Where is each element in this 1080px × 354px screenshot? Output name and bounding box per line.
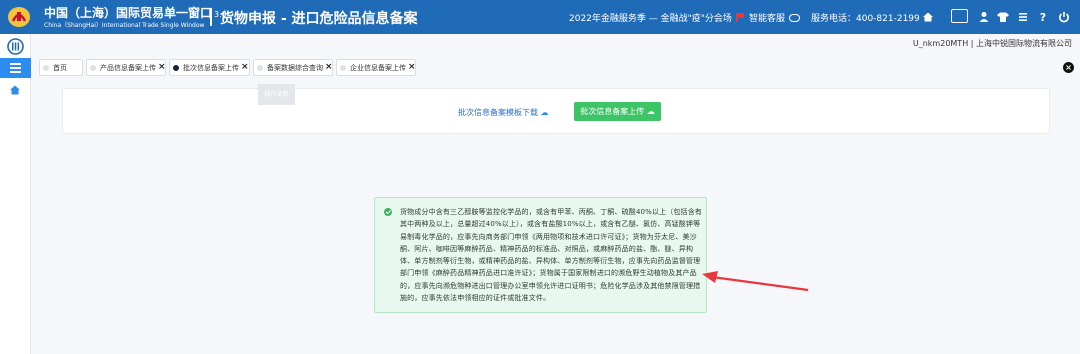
- tab-record-query[interactable]: 备案数据综合查询 ×: [253, 59, 333, 76]
- tab-dot-icon: [340, 64, 346, 71]
- close-all-tabs-icon[interactable]: ×: [1063, 62, 1074, 73]
- tab-label: 企业信息备案上传: [350, 63, 406, 72]
- notice-text: 货物成分中含有三乙醇胺等监控化学品的，或含有甲苯、丙酮、丁酮、硫酸40%以上（包…: [400, 208, 703, 303]
- brand-subtitle: China（ShangHai）International Trade Singl…: [44, 22, 205, 29]
- service-hotline: 服务电话：400-821-2199: [811, 14, 920, 24]
- sidebar-logo-icon: [7, 38, 24, 55]
- cloud-upload-icon: ☁: [646, 107, 655, 116]
- annotation-arrow-icon: [702, 271, 809, 292]
- tab-close-icon[interactable]: ×: [325, 63, 333, 72]
- sidebar: [0, 34, 31, 354]
- cloud-download-icon: ☁: [540, 108, 549, 117]
- tab-batch-info-upload[interactable]: 批次信息备案上传 ×: [169, 59, 250, 76]
- check-circle-icon: [384, 208, 392, 216]
- menu-icon[interactable]: [0, 58, 31, 78]
- tab-company-info-upload[interactable]: 企业信息备案上传 ×: [336, 59, 416, 76]
- help-tooltip: 操作说明: [258, 84, 295, 105]
- user-account[interactable]: U_nkm20MTH | 上海中锐国际物流有限公司: [913, 38, 1072, 49]
- tab-label: 备案数据综合查询: [267, 63, 323, 72]
- user-icon[interactable]: [977, 10, 991, 24]
- service-icon: [789, 14, 801, 22]
- tab-home[interactable]: 首页: [39, 59, 83, 76]
- tab-dot-icon: [257, 64, 263, 71]
- page-title: 货物申报 - 进口危险品信息备案: [220, 11, 418, 27]
- tab-close-icon[interactable]: ×: [158, 63, 166, 72]
- tab-label: 批次信息备案上传: [183, 63, 239, 72]
- tab-dot-icon: [43, 64, 49, 71]
- title-divider: [210, 8, 212, 26]
- top-header: 中国（上海）国际贸易单一窗口 3.0 China（ShangHai）Interna…: [0, 0, 1080, 34]
- flag-icon: [735, 13, 744, 22]
- tab-close-icon[interactable]: ×: [408, 63, 416, 72]
- tab-close-icon[interactable]: ×: [241, 63, 249, 72]
- tshirt-icon[interactable]: [996, 10, 1010, 24]
- tab-label: 首页: [53, 63, 67, 72]
- brand-title: 中国（上海）国际贸易单一窗口 3.0: [44, 6, 227, 20]
- home-icon[interactable]: [921, 10, 935, 24]
- logo-icon: [8, 7, 30, 27]
- tab-bar: 首页 产品信息备案上传 × 批次信息备案上传 × 备案数据综合查询 × 企业信息…: [39, 59, 1080, 76]
- home-icon[interactable]: [8, 83, 22, 97]
- batch-upload-button[interactable]: 批次信息备案上传 ☁: [574, 102, 661, 121]
- tab-label: 产品信息备案上传: [100, 63, 156, 72]
- campaign-link[interactable]: 2022年金融服务季 — 金融战"疫"分会场: [569, 11, 744, 24]
- help-icon[interactable]: ?: [1036, 10, 1050, 24]
- tab-dot-icon: [173, 64, 179, 71]
- smart-service-link[interactable]: 智能客服: [749, 11, 801, 24]
- template-download-link[interactable]: 批次信息备案模板下载 ☁: [458, 107, 549, 118]
- tab-product-info-upload[interactable]: 产品信息备案上传 ×: [86, 59, 166, 76]
- grid-icon[interactable]: [951, 9, 968, 23]
- action-panel: [62, 88, 1050, 134]
- power-icon[interactable]: [1057, 10, 1071, 24]
- notice-alert: 货物成分中含有三乙醇胺等监控化学品的，或含有甲苯、丙酮、丁酮、硫酸40%以上（包…: [374, 197, 707, 313]
- tab-dot-icon: [90, 64, 96, 71]
- menu-list-icon[interactable]: [1016, 10, 1030, 24]
